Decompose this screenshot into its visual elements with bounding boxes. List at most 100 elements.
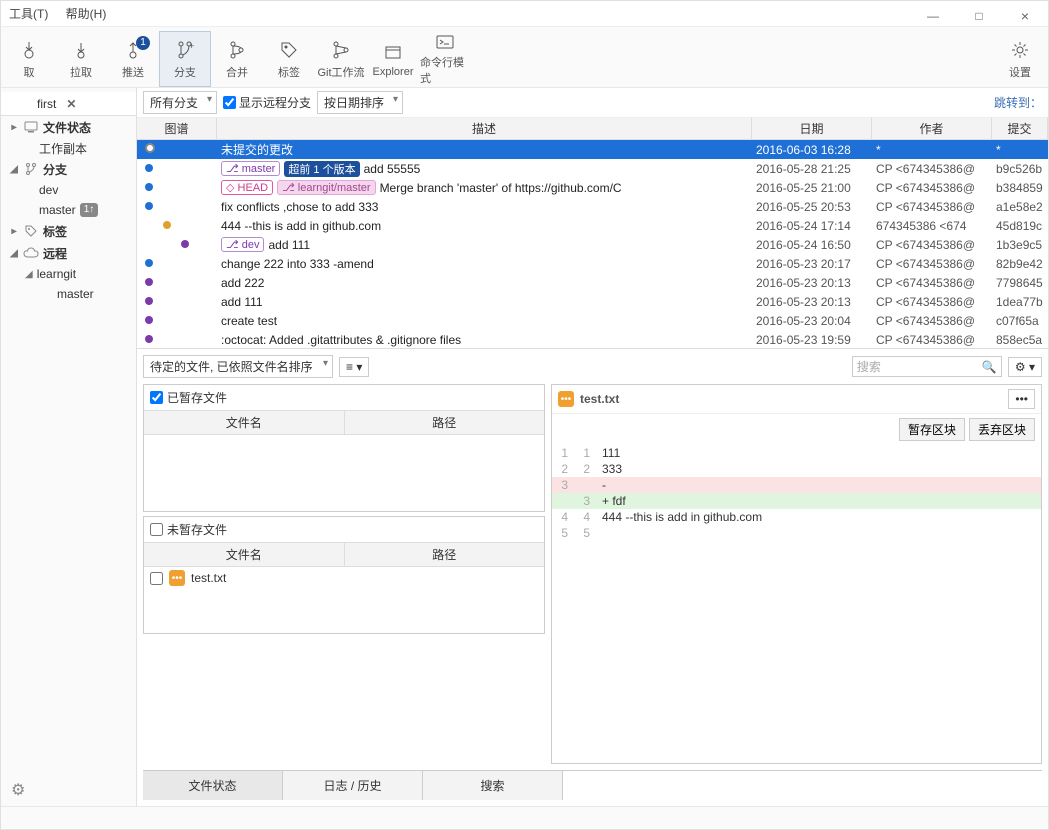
commit-author: CP <674345386@ [872,162,992,176]
diff-line[interactable]: 55 [552,525,1041,541]
repo-tab[interactable]: first ✕ [1,92,136,116]
col-desc[interactable]: 描述 [217,118,752,139]
sidebar-remotes[interactable]: ◢ 远程 [1,242,136,264]
staged-col-name[interactable]: 文件名 [144,411,345,434]
file-checkbox[interactable] [150,572,163,585]
commit-row[interactable]: ⎇ devadd 1112016-05-24 16:50CP <67434538… [137,235,1048,254]
commit-message: add 55555 [364,162,421,176]
commit-row[interactable]: :octocat: Added .gitattributes & .gitign… [137,330,1048,348]
toolbar-pull-button[interactable]: 拉取 [55,31,107,87]
col-author[interactable]: 作者 [872,118,992,139]
ref-tag-remote[interactable]: ⎇ learngit/master [277,180,375,195]
unstaged-check-all[interactable] [150,523,163,536]
toolbar-label: 分支 [174,64,196,80]
ref-tag-dev[interactable]: ⎇ dev [221,237,264,252]
show-remote-checkbox[interactable]: 显示远程分支 [223,94,311,111]
sidebar-remote-branch-master[interactable]: master [1,284,136,304]
unstaged-file-row[interactable]: •••test.txt [144,567,544,589]
sidebar-file-status-label: 文件状态 [43,119,91,136]
sidebar-branch-dev[interactable]: dev [1,180,136,200]
sidebar: first ✕ ▸ 文件状态 工作副本 ◢ 分支 devmaster 1↑ ▸ … [1,88,137,806]
jump-to-label[interactable]: 跳转到： [994,94,1042,111]
window-minimize-button[interactable]: — [910,1,956,31]
commit-author: CP <674345386@ [872,276,992,290]
branch-filter-dropdown[interactable]: 所有分支 [143,91,217,114]
sidebar-remote-learngit[interactable]: ◢ learngit [1,264,136,284]
sort-dropdown[interactable]: 按日期排序 [317,91,403,114]
bottom-tabs: 文件状态 日志 / 历史 搜索 [143,770,1042,800]
sidebar-working-copy[interactable]: 工作副本 [1,138,136,158]
window-maximize-button[interactable]: □ [956,1,1002,31]
menu-help[interactable]: 帮助(H) [66,7,107,21]
toolbar-explorer-button[interactable]: Explorer [367,31,419,87]
commit-row[interactable]: 未提交的更改2016-06-03 16:28** [137,140,1048,159]
view-mode-button[interactable]: ≡ ▾ [339,357,369,377]
close-icon[interactable]: ✕ [66,97,76,111]
col-commit[interactable]: 提交 [992,118,1048,139]
tab-file-status[interactable]: 文件状态 [143,771,283,800]
sidebar-branch-master[interactable]: master 1↑ [1,200,136,220]
col-date[interactable]: 日期 [752,118,872,139]
menu-tools[interactable]: 工具(T) [9,7,48,21]
diff-text: 333 [596,462,1041,476]
commit-row[interactable]: create test2016-05-23 20:04CP <674345386… [137,311,1048,330]
staged-col-path[interactable]: 路径 [345,411,545,434]
tab-log[interactable]: 日志 / 历史 [283,771,423,800]
commit-row[interactable]: ⎇ master超前 1 个版本add 555552016-05-28 21:2… [137,159,1048,178]
ref-tag-head[interactable]: ◇ HEAD [221,180,273,195]
discard-hunk-button[interactable]: 丢弃区块 [969,418,1035,441]
window-close-button[interactable]: × [1002,1,1048,31]
commit-row[interactable]: add 1112016-05-23 20:13CP <674345386@1de… [137,292,1048,311]
commit-message: add 111 [221,295,263,309]
commit-row[interactable]: 444 --this is add in github.com2016-05-2… [137,216,1048,235]
caret-down-icon: ▸ [9,122,19,133]
commit-message: change 222 into 333 -amend [221,257,374,271]
staged-check-all[interactable] [150,391,163,404]
unstaged-col-name[interactable]: 文件名 [144,543,345,566]
diff-line[interactable]: 3+ fdf [552,493,1041,509]
toolbar-cmdline-button[interactable]: 命令行模式 [419,31,471,87]
file-modified-icon: ••• [169,570,185,586]
ref-tag-master[interactable]: ⎇ master [221,161,280,176]
diff-line[interactable]: 44444 --this is add in github.com [552,509,1041,525]
toolbar-fetch-button[interactable]: 取 [3,31,55,87]
sidebar-branches[interactable]: ◢ 分支 [1,158,136,180]
diff-line[interactable]: 3- [552,477,1041,493]
diff-text: 444 --this is add in github.com [596,510,1041,524]
diff-line[interactable]: 11111 [552,445,1041,461]
diff-line[interactable]: 22333 [552,461,1041,477]
stage-hunk-button[interactable]: 暂存区块 [899,418,965,441]
commit-author: CP <674345386@ [872,200,992,214]
line-num-old: 4 [552,510,574,524]
tab-search[interactable]: 搜索 [423,771,563,800]
sidebar-tags[interactable]: ▸ 标签 [1,220,136,242]
line-num-new: 3 [574,494,596,508]
toolbar-push-button[interactable]: 推送1 [107,31,159,87]
commit-row[interactable]: fix conflicts ,chose to add 3332016-05-2… [137,197,1048,216]
toolbar-tag-button[interactable]: 标签 [263,31,315,87]
search-box[interactable]: 搜索 🔍 [852,356,1002,377]
toolbar-gitflow-button[interactable]: Git工作流 [315,31,367,87]
commit-row[interactable]: change 222 into 333 -amend2016-05-23 20:… [137,254,1048,273]
col-graph[interactable]: 图谱 [137,118,217,139]
badge: 1 [136,36,150,50]
unstaged-col-path[interactable]: 路径 [345,543,545,566]
diff-menu-button[interactable]: ••• [1008,389,1035,409]
toolbar-merge-button[interactable]: 合并 [211,31,263,87]
commit-message: fix conflicts ,chose to add 333 [221,200,378,214]
show-remote-checkbox-input[interactable] [223,96,236,109]
commit-row[interactable]: add 2222016-05-23 20:13CP <674345386@779… [137,273,1048,292]
tag-icon [277,38,301,62]
sidebar-settings-button[interactable]: ⚙ [11,780,25,800]
commit-message: 未提交的更改 [221,141,293,158]
settings-dropdown-button[interactable]: ⚙ ▾ [1008,357,1042,377]
sidebar-file-status[interactable]: ▸ 文件状态 [1,116,136,138]
file-sort-dropdown[interactable]: 待定的文件, 已依照文件名排序 [143,355,333,378]
toolbar-settings-button[interactable]: 设置 [994,31,1046,87]
ref-tag-ahead[interactable]: 超前 1 个版本 [284,161,359,177]
toolbar-branch-button[interactable]: +分支 [159,31,211,87]
filter-bar: 所有分支 显示远程分支 按日期排序 跳转到： [137,88,1048,118]
commit-row[interactable]: ◇ HEAD⎇ learngit/masterMerge branch 'mas… [137,178,1048,197]
diff-body[interactable]: 11111223333-3+ fdf44444 --this is add in… [552,445,1041,763]
stage-toolbar: 待定的文件, 已依照文件名排序 ≡ ▾ 搜索 🔍 ⚙ ▾ [143,355,1042,378]
